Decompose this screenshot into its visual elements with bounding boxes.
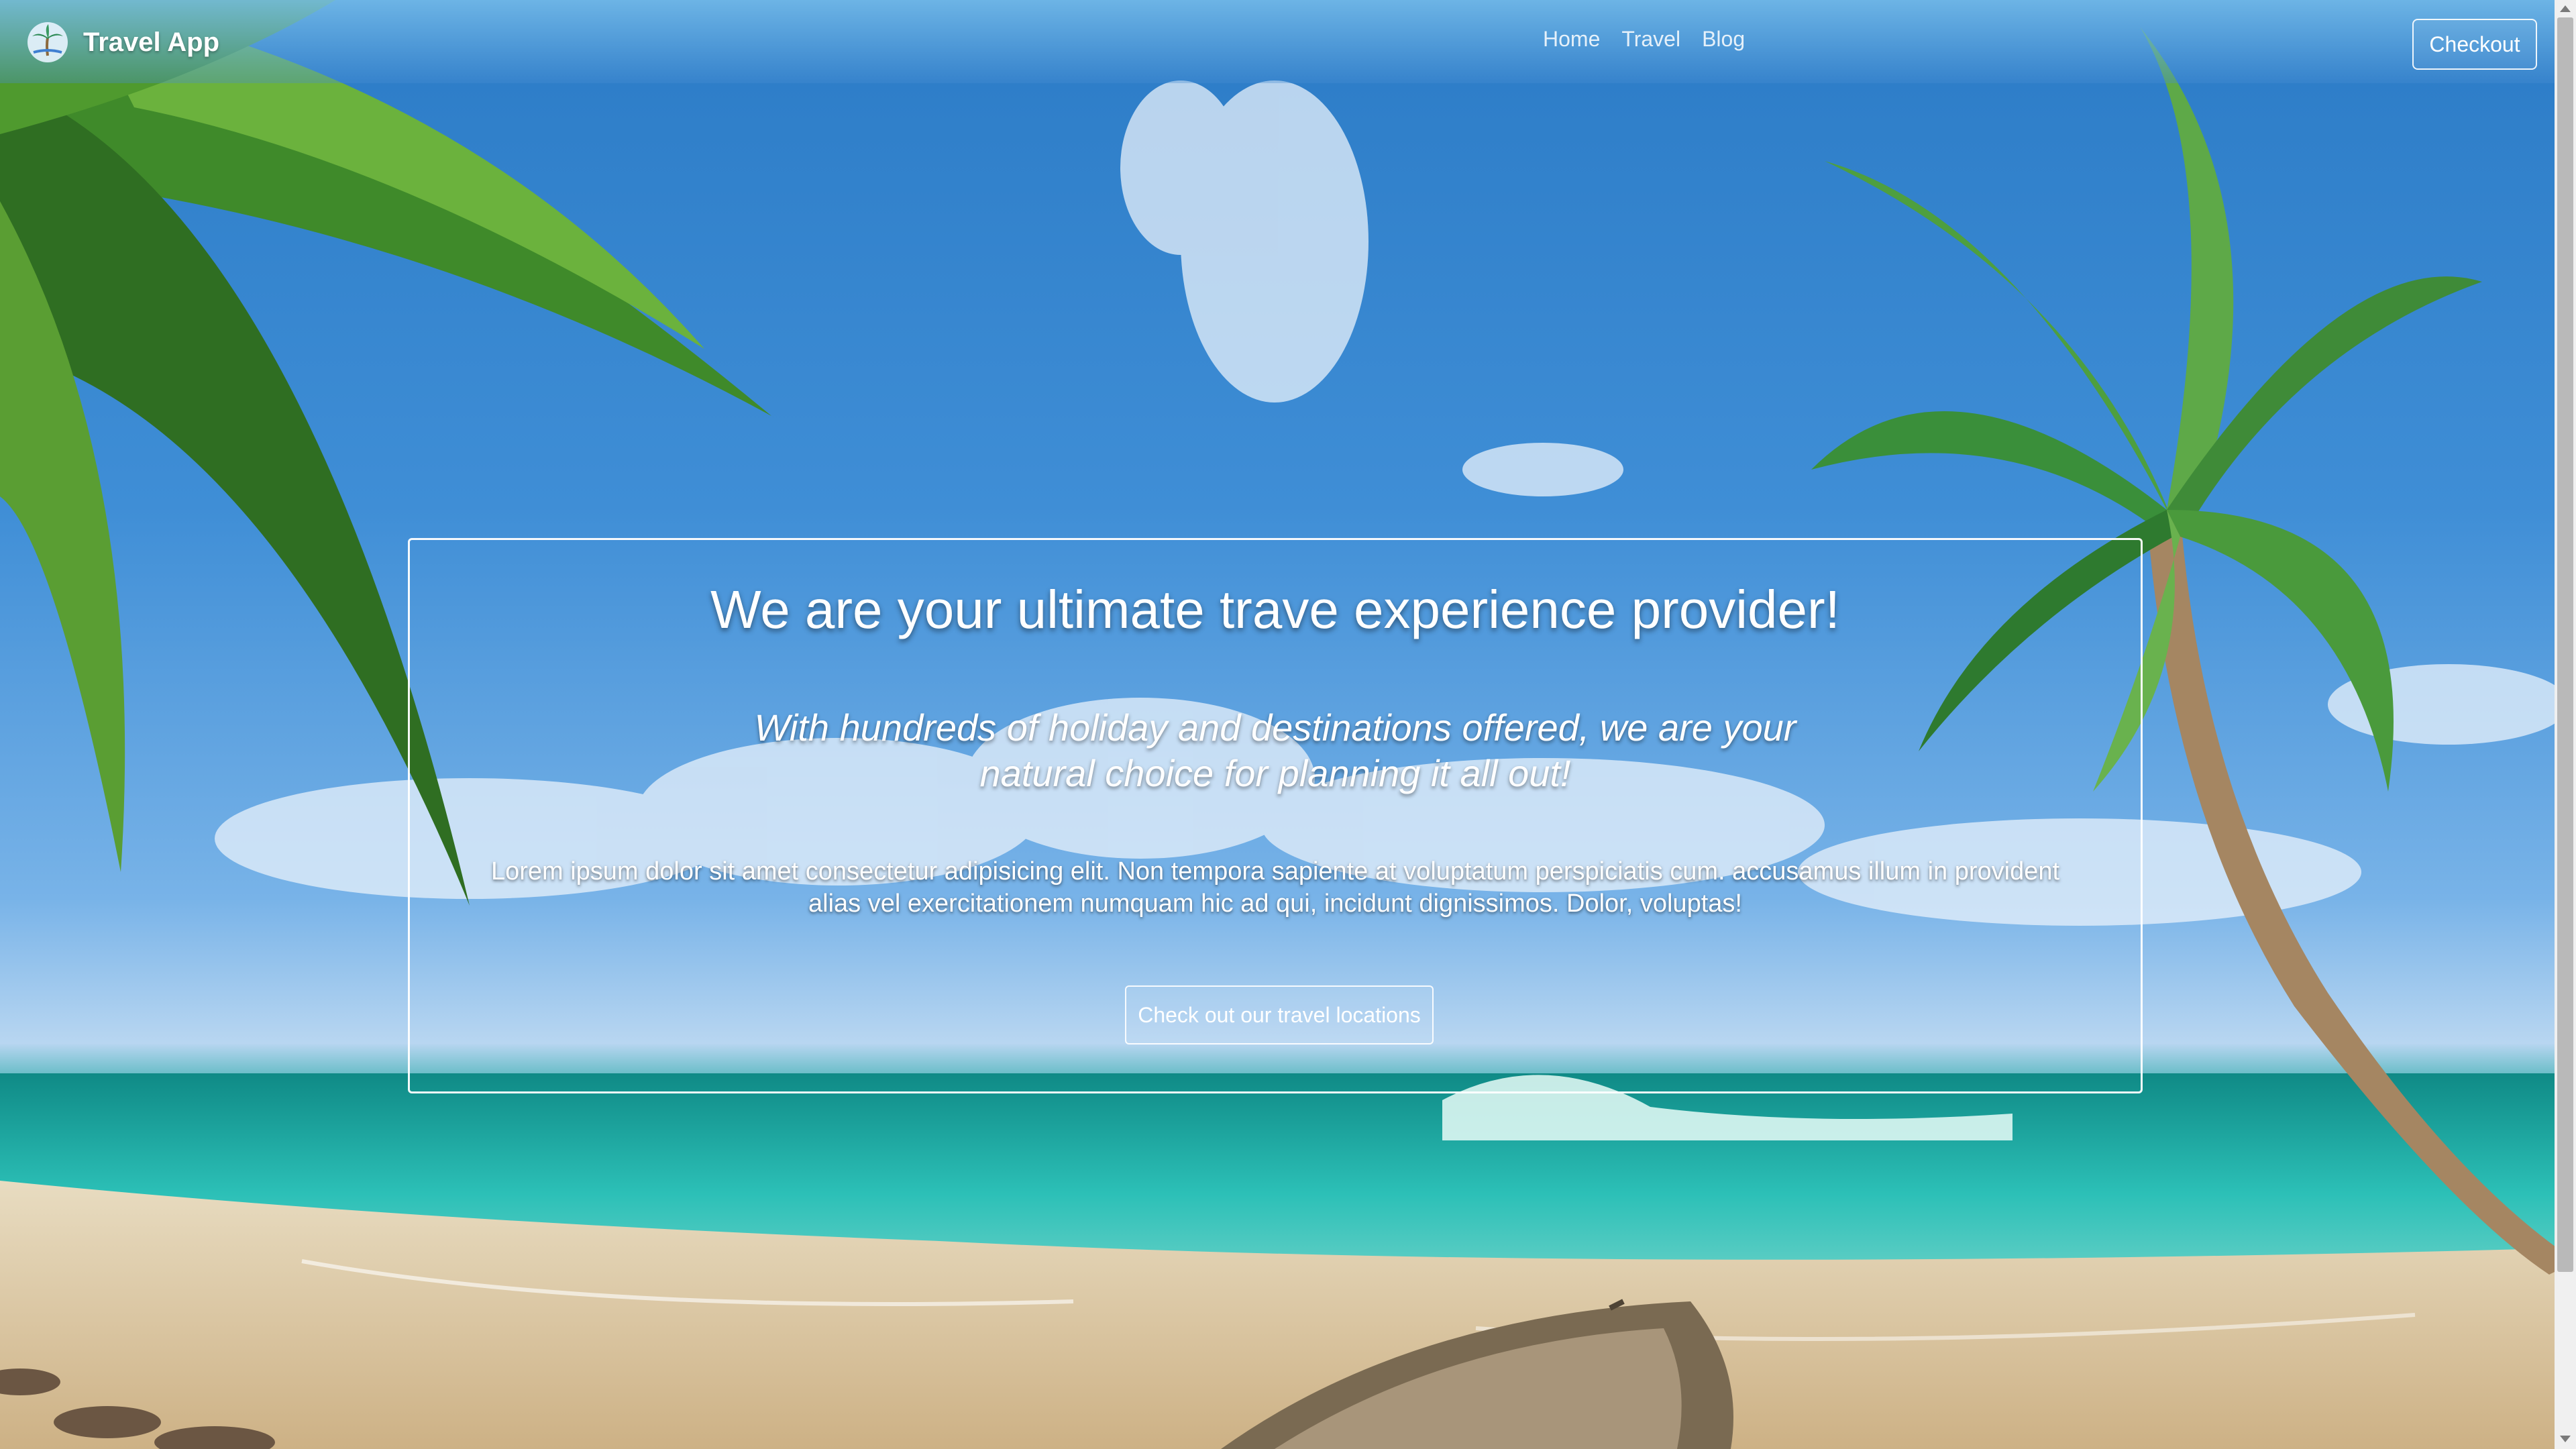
brand[interactable]: Travel App — [24, 19, 219, 66]
palm-tree-logo-icon — [28, 22, 68, 62]
hero-subtitle: With hundreds of holiday and destination… — [754, 706, 1796, 794]
nav-link-blog[interactable]: Blog — [1702, 27, 1745, 52]
nav-link-home[interactable]: Home — [1543, 27, 1600, 52]
nav-links: Home Travel Blog — [1543, 27, 1745, 52]
scroll-thumb[interactable] — [2557, 17, 2573, 1272]
arrow-down-icon[interactable] — [2560, 1436, 2571, 1442]
hero-body-text: Lorem ipsum dolor sit amet consectetur a… — [490, 857, 2060, 918]
page-scrollbar[interactable] — [2555, 0, 2576, 1449]
brand-name: Travel App — [83, 27, 220, 57]
arrow-up-icon[interactable] — [2560, 5, 2571, 12]
landing-page: Travel App Home Travel Blog Checkout We … — [0, 0, 2576, 1449]
navbar: Travel App Home Travel Blog Checkout — [0, 0, 2555, 83]
travel-locations-button[interactable]: Check out our travel locations — [1125, 985, 1434, 1044]
nav-link-travel[interactable]: Travel — [1621, 27, 1680, 52]
checkout-button[interactable]: Checkout — [2412, 19, 2537, 70]
hero-card: We are your ultimate trave experience pr… — [408, 538, 2143, 1093]
hero-title: We are your ultimate trave experience pr… — [710, 580, 1840, 639]
